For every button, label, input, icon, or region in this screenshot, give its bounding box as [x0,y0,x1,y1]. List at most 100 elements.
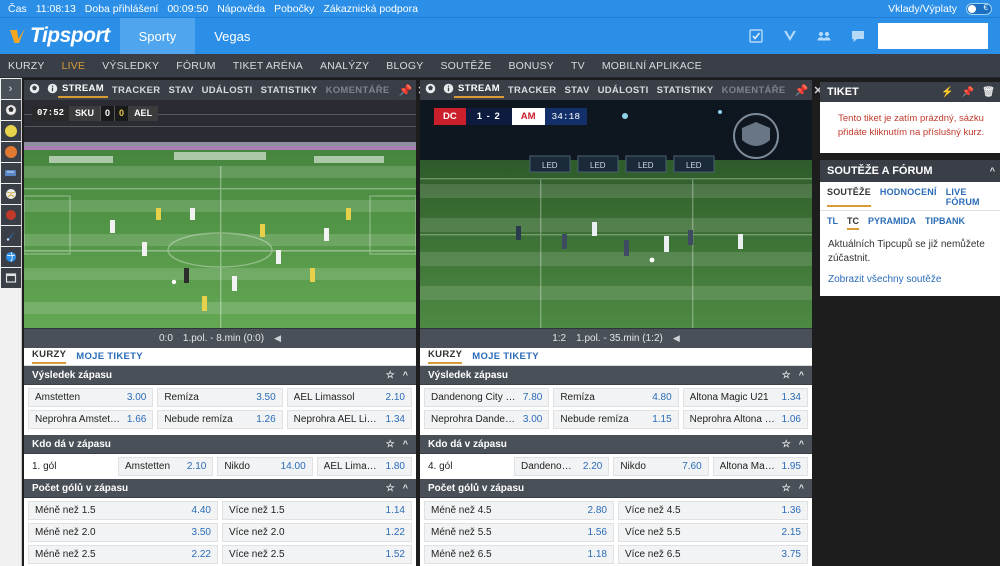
chevron-up-icon[interactable]: ^ [403,370,408,380]
pick-button[interactable]: Dandenong C… 2.20 [514,457,610,476]
pick-button[interactable]: Více než 2.0 1.22 [222,523,412,542]
match-left-tab-moje-tikety[interactable]: MOJE TIKETY [76,351,143,362]
match-right-tab-stav[interactable]: STAV [560,85,593,96]
chevron-up-icon[interactable]: ^ [799,370,804,380]
match-left-tab-komentare[interactable]: KOMENTÁŘE [322,85,394,96]
chevron-up-icon[interactable]: ^ [403,483,408,493]
nav-item-tv[interactable]: TV [571,60,585,72]
support-link[interactable]: Zákaznická podpora [323,3,418,15]
tab-hodnoceni[interactable]: HODNOCENÍ [880,187,937,207]
match-left-tab-statistiky[interactable]: STATISTIKY [257,85,322,96]
calendar-icon[interactable] [0,268,21,288]
help-link[interactable]: Nápověda [217,3,265,15]
pick-button[interactable]: AEL Limassol 1.80 [316,457,412,476]
pick-button[interactable]: Méně než 5.5 1.56 [424,523,614,542]
tipsport-v-icon[interactable] [782,28,798,44]
pick-button[interactable]: Méně než 1.5 4.40 [28,501,218,520]
chevron-up-icon[interactable]: ^ [990,166,995,176]
subtab-tc[interactable]: TC [847,216,859,230]
pick-button[interactable]: Více než 1.5 1.14 [222,501,412,520]
pick-button[interactable]: Remíza 4.80 [553,388,679,407]
match-right-tab-statistiky[interactable]: STATISTIKY [653,85,718,96]
expand-rail-icon[interactable]: › [0,79,21,99]
nav-item-vysledky[interactable]: VÝSLEDKY [102,60,159,72]
nav-item-blogy[interactable]: BLOGY [386,60,423,72]
collapse-right-arrow-icon[interactable]: ◀ [673,333,680,344]
subtab-tipbank[interactable]: TIPBANK [925,216,965,230]
pick-button[interactable]: AEL Limassol 2.10 [286,388,412,407]
match-right-tab-komentare[interactable]: KOMENTÁŘE [718,85,790,96]
pick-button[interactable]: Více než 5.5 2.15 [618,523,808,542]
ticket-check-icon[interactable] [748,28,764,44]
chevron-up-icon[interactable]: ^ [799,483,804,493]
pick-button[interactable]: Nebude remíza 1.26 [157,410,283,429]
brand-tab-sporty[interactable]: Sporty [119,18,196,54]
pick-button[interactable]: Remíza 3.50 [157,388,283,407]
favorite-star-icon[interactable]: ☆ [782,439,791,450]
favorite-star-icon[interactable]: ☆ [782,483,791,494]
brand-tab-vegas[interactable]: Vegas [195,18,269,54]
pick-button[interactable]: Více než 6.5 3.75 [618,545,808,564]
pick-button[interactable]: Méně než 2.0 3.50 [28,523,218,542]
handball-icon[interactable] [0,247,21,267]
pick-button[interactable]: Méně než 2.5 2.22 [28,545,218,564]
match-left-tab-kurzy[interactable]: KURZY [32,349,67,364]
info-icon[interactable] [443,83,454,97]
flash-icon[interactable]: ⚡ [941,87,953,98]
pick-button[interactable]: Nebude remíza 1.15 [553,410,679,429]
pick-button[interactable]: Altona Magic U21 1.34 [682,388,808,407]
deposits-link[interactable]: Vklady/Výplaty [888,3,957,15]
favorite-star-icon[interactable]: ☆ [386,439,395,450]
pick-button[interactable]: Neprohra Dandenong City… 3.00 [424,410,550,429]
pick-button[interactable]: Dandenong City U21 7.80 [424,388,550,407]
pin-icon[interactable]: 📌 [795,84,809,97]
pick-button[interactable]: Méně než 4.5 2.80 [424,501,614,520]
nav-item-souteze[interactable]: SOUTĚŽE [440,60,491,72]
nav-item-forum[interactable]: FÓRUM [176,60,216,72]
pick-button[interactable]: Altona Magic … 1.95 [712,457,808,476]
match-right-tab-moje-tikety[interactable]: MOJE TIKETY [472,351,539,362]
pick-button[interactable]: Méně než 6.5 1.18 [424,545,614,564]
favorite-star-icon[interactable]: ☆ [386,483,395,494]
branches-link[interactable]: Pobočky [274,3,314,15]
tipsport-logo[interactable]: Tipsport [0,18,120,54]
match-right-tab-udalosti[interactable]: UDÁLOSTI [594,85,653,96]
collapse-left-arrow-icon[interactable]: ◀ [274,333,281,344]
search-input[interactable] [878,23,988,49]
trash-icon[interactable]: 🗑 [982,87,995,98]
pin-icon[interactable]: 📌 [962,87,974,98]
match-left-tab-stream[interactable]: STREAM [58,83,108,98]
favorite-star-icon[interactable]: ☆ [782,370,791,381]
nav-item-mobilni-aplikace[interactable]: MOBILNÍ APLIKACE [602,60,702,72]
darts-icon[interactable] [0,226,21,246]
basketball-icon[interactable] [0,142,21,162]
volleyball-icon[interactable] [0,184,21,204]
match-right-tab-kurzy[interactable]: KURZY [428,349,463,364]
pick-button[interactable]: Neprohra Altona Magic U… 1.06 [682,410,808,429]
pick-button[interactable]: Více než 4.5 1.36 [618,501,808,520]
football-sport-icon[interactable] [29,83,40,97]
favorite-star-icon[interactable]: ☆ [386,370,395,381]
chevron-up-icon[interactable]: ^ [403,439,408,449]
match-right-tab-stream[interactable]: STREAM [454,83,504,98]
show-all-competitions-link[interactable]: Zobrazit všechny soutěže [828,273,994,287]
football-icon[interactable] [0,100,21,120]
chat-icon[interactable] [850,28,866,44]
subtab-tl[interactable]: TL [827,216,838,230]
match-left-tab-stav[interactable]: STAV [164,85,197,96]
chevron-up-icon[interactable]: ^ [799,439,804,449]
match-left-tab-tracker[interactable]: TRACKER [108,85,165,96]
pin-icon[interactable]: 📌 [399,84,413,97]
pick-button[interactable]: Více než 2.5 1.52 [222,545,412,564]
currency-toggle[interactable] [966,2,992,15]
tab-live-forum[interactable]: LIVE FÓRUM [946,187,995,207]
match-right-video[interactable]: LED LED LED LED DC 1 - 2 AM 34:18 [420,100,812,328]
match-right-tab-tracker[interactable]: TRACKER [504,85,561,96]
pick-button[interactable]: Amstetten 2.10 [118,457,214,476]
nav-item-analyzy[interactable]: ANALÝZY [320,60,369,72]
tennis-icon[interactable] [0,121,21,141]
pick-button[interactable]: Nikdo 14.00 [217,457,313,476]
hockey-icon[interactable] [0,163,21,183]
tab-souteze[interactable]: SOUTĚŽE [827,187,871,207]
snooker-icon[interactable] [0,205,21,225]
